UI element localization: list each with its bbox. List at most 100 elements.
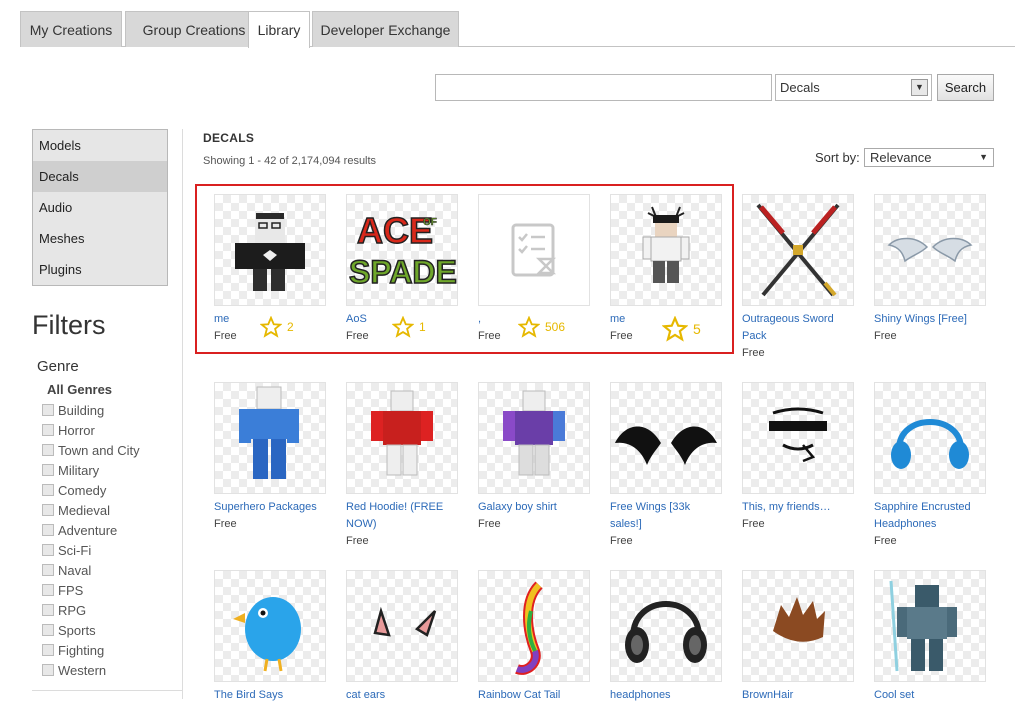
item-price: Free — [874, 330, 897, 342]
item-card[interactable]: Red Hoodie! (FREE NOW) Free — [346, 382, 460, 550]
checkbox[interactable] — [42, 624, 54, 636]
item-card[interactable]: Galaxy boy shirt Free — [478, 382, 592, 533]
checkbox[interactable] — [42, 504, 54, 516]
genre-western[interactable]: Western — [42, 660, 140, 680]
item-price: Free — [610, 535, 633, 547]
blue-headphones-thumbnail[interactable] — [874, 382, 986, 494]
checkbox[interactable] — [42, 464, 54, 476]
item-card[interactable]: Rainbow Cat Tail — [478, 570, 592, 704]
genre-fighting[interactable]: Fighting — [42, 640, 140, 660]
item-card[interactable]: BrownHair — [742, 570, 856, 704]
tab-my-creations[interactable]: My Creations — [20, 11, 122, 47]
checkbox[interactable] — [42, 664, 54, 676]
tab-library[interactable]: Library — [248, 11, 310, 48]
filters-title: Filters — [32, 310, 106, 340]
item-name[interactable]: headphones — [610, 687, 720, 704]
checkbox[interactable] — [42, 584, 54, 596]
item-card[interactable]: This, my friends… Free — [742, 382, 856, 533]
item-name[interactable]: This, my friends… — [742, 499, 852, 516]
genre-adventure[interactable]: Adventure — [42, 520, 140, 540]
meme-face-thumbnail[interactable] — [742, 382, 854, 494]
checkbox[interactable] — [42, 484, 54, 496]
genre-sports[interactable]: Sports — [42, 620, 140, 640]
item-name[interactable]: Outrageous Sword Pack — [742, 311, 852, 345]
checkbox[interactable] — [42, 644, 54, 656]
checkbox[interactable] — [42, 544, 54, 556]
category-models[interactable]: Models — [33, 130, 167, 161]
item-card[interactable]: Free Wings [33k sales!] Free — [610, 382, 724, 550]
category-decals[interactable]: Decals — [33, 161, 167, 192]
item-name[interactable]: BrownHair — [742, 687, 852, 704]
blue-checkered-avatar-thumbnail[interactable] — [214, 382, 326, 494]
item-card[interactable]: The Bird Says — [214, 570, 328, 704]
item-name[interactable]: Red Hoodie! (FREE NOW) — [346, 499, 456, 533]
crossed-swords-thumbnail[interactable] — [742, 194, 854, 306]
black-wings-thumbnail[interactable] — [610, 382, 722, 494]
genre-sci-fi[interactable]: Sci-Fi — [42, 540, 140, 560]
genre-rpg[interactable]: RPG — [42, 600, 140, 620]
checkbox[interactable] — [42, 604, 54, 616]
sort-by-select[interactable]: Relevance ▼ — [864, 148, 994, 167]
genre-town-and-city[interactable]: Town and City — [42, 440, 140, 460]
blue-bird-thumbnail[interactable] — [214, 570, 326, 682]
tab-group-creations[interactable]: Group Creations — [125, 11, 263, 47]
chevron-down-icon[interactable]: ▼ — [911, 79, 928, 96]
item-card[interactable]: headphones — [610, 570, 724, 704]
galaxy-shirt-avatar-thumbnail[interactable] — [478, 382, 590, 494]
checkbox[interactable] — [42, 524, 54, 536]
genre-naval[interactable]: Naval — [42, 560, 140, 580]
item-card[interactable]: Sapphire Encrusted Headphones Free — [874, 382, 988, 550]
item-name[interactable]: Free Wings [33k sales!] — [610, 499, 720, 533]
category-plugins[interactable]: Plugins — [33, 254, 167, 285]
item-card[interactable]: cat ears — [346, 570, 460, 704]
item-name[interactable]: Superhero Packages — [214, 499, 324, 516]
search-input[interactable] — [435, 74, 772, 101]
item-price: Free — [742, 347, 765, 359]
genre-title: Genre — [37, 358, 79, 375]
checkbox[interactable] — [42, 564, 54, 576]
genre-medieval[interactable]: Medieval — [42, 500, 140, 520]
genre-label: FPS — [58, 582, 84, 598]
item-name[interactable]: Sapphire Encrusted Headphones — [874, 499, 984, 533]
genre-fps[interactable]: FPS — [42, 580, 140, 600]
genre-label: Comedy — [58, 482, 107, 498]
tab-bar: My Creations Group Creations Library Dev… — [20, 11, 1015, 48]
category-meshes[interactable]: Meshes — [33, 223, 167, 254]
rainbow-tail-thumbnail[interactable] — [478, 570, 590, 682]
item-price: Free — [874, 535, 897, 547]
genre-horror[interactable]: Horror — [42, 420, 140, 440]
cat-ears-thumbnail[interactable] — [346, 570, 458, 682]
sort-by-label: Sort by: — [815, 150, 860, 165]
category-audio[interactable]: Audio — [33, 192, 167, 223]
white-wings-thumbnail[interactable] — [874, 194, 986, 306]
item-name[interactable]: Shiny Wings [Free] — [874, 311, 984, 328]
item-card[interactable]: Shiny Wings [Free] Free — [874, 194, 988, 345]
brown-hair-thumbnail[interactable] — [742, 570, 854, 682]
red-hoodie-avatar-thumbnail[interactable] — [346, 382, 458, 494]
black-headphones-thumbnail[interactable] — [610, 570, 722, 682]
checkbox[interactable] — [42, 404, 54, 416]
genre-building[interactable]: Building — [42, 400, 140, 420]
genre-label: Building — [58, 402, 105, 418]
search-button[interactable]: Search — [937, 74, 994, 101]
checkbox[interactable] — [42, 444, 54, 456]
category-select[interactable]: Decals ▼ — [775, 74, 932, 101]
checkbox[interactable] — [42, 424, 54, 436]
genre-comedy[interactable]: Comedy — [42, 480, 140, 500]
genre-military[interactable]: Military — [42, 460, 140, 480]
armor-set-thumbnail[interactable] — [874, 570, 986, 682]
item-card[interactable]: Cool set — [874, 570, 988, 704]
item-name[interactable]: The Bird Says — [214, 687, 324, 704]
all-genres-link[interactable]: All Genres — [47, 382, 112, 397]
item-card[interactable]: Superhero Packages Free — [214, 382, 328, 533]
item-name[interactable]: Rainbow Cat Tail — [478, 687, 588, 704]
divider — [32, 690, 182, 691]
results-count: Showing 1 - 42 of 2,174,094 results — [203, 155, 377, 167]
item-price: Free — [742, 518, 765, 530]
sort-by-value: Relevance — [870, 150, 932, 165]
item-name[interactable]: Galaxy boy shirt — [478, 499, 588, 516]
item-card[interactable]: Outrageous Sword Pack Free — [742, 194, 856, 362]
item-name[interactable]: Cool set — [874, 687, 984, 704]
item-name[interactable]: cat ears — [346, 687, 456, 704]
tab-developer-exchange[interactable]: Developer Exchange — [312, 11, 459, 47]
